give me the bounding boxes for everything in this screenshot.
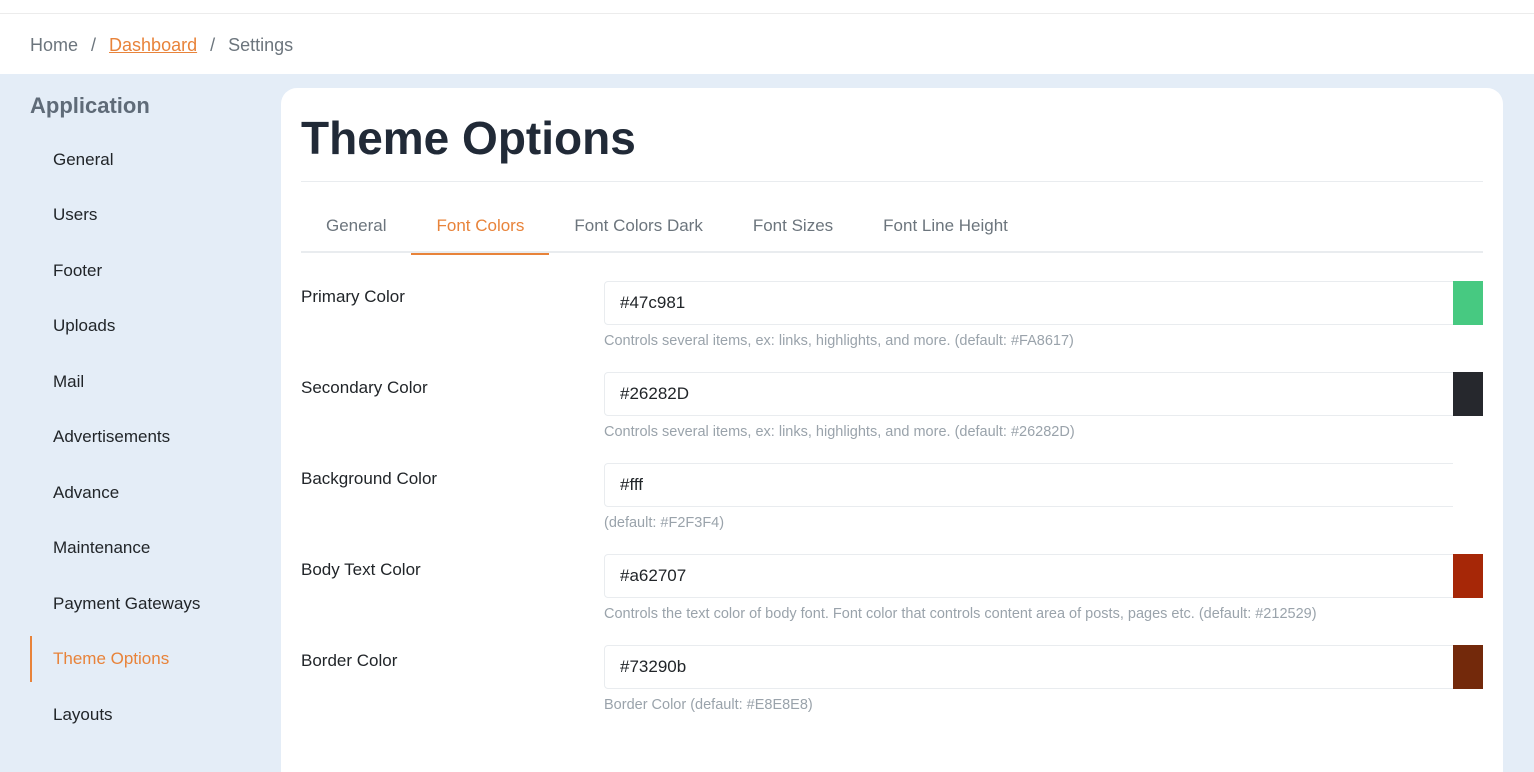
border-color-help: Border Color (default: #E8E8E8) bbox=[604, 697, 813, 713]
settings-card: Theme Options General Font Colors Font C… bbox=[281, 88, 1503, 772]
sidebar-item-maintenance[interactable]: Maintenance bbox=[30, 521, 260, 577]
secondary-color-input-group bbox=[604, 372, 1483, 416]
secondary-color-label: Secondary Color bbox=[301, 378, 428, 397]
breadcrumb-separator: / bbox=[91, 34, 97, 55]
breadcrumb: Home / Dashboard / Settings bbox=[30, 33, 293, 57]
body-text-color-input[interactable] bbox=[605, 555, 1453, 597]
border-color-input[interactable] bbox=[605, 646, 1453, 688]
border-color-row: Border Color Border Color (default: #E8E… bbox=[301, 645, 1483, 740]
body-text-color-input-group bbox=[604, 554, 1483, 598]
breadcrumb-settings: Settings bbox=[228, 34, 294, 55]
page-title: Theme Options bbox=[301, 112, 636, 164]
body-text-color-row: Body Text Color Controls the text color … bbox=[301, 554, 1483, 649]
divider bbox=[301, 181, 1483, 182]
primary-color-row: Primary Color Controls several items, ex… bbox=[301, 281, 1483, 376]
secondary-color-row: Secondary Color Controls several items, … bbox=[301, 372, 1483, 467]
sidebar-list: General Users Footer Uploads Mail Advert… bbox=[30, 132, 260, 743]
body-text-color-help: Controls the text color of body font. Fo… bbox=[604, 606, 1317, 622]
body-text-color-label: Body Text Color bbox=[301, 560, 421, 579]
secondary-color-swatch[interactable] bbox=[1453, 372, 1483, 416]
tab-font-colors-dark[interactable]: Font Colors Dark bbox=[549, 204, 727, 253]
border-color-input-group bbox=[604, 645, 1483, 689]
border-color-swatch[interactable] bbox=[1453, 645, 1483, 689]
breadcrumb-dashboard-link[interactable]: Dashboard bbox=[109, 35, 197, 56]
sidebar-item-theme-options[interactable]: Theme Options bbox=[30, 632, 260, 688]
background-color-input[interactable] bbox=[605, 464, 1453, 506]
primary-color-input-group bbox=[604, 281, 1483, 325]
primary-color-label: Primary Color bbox=[301, 287, 405, 306]
tab-bar: General Font Colors Font Colors Dark Fon… bbox=[301, 204, 1483, 255]
top-bar bbox=[0, 0, 1534, 14]
background-color-swatch[interactable] bbox=[1453, 463, 1483, 507]
sidebar-item-footer[interactable]: Footer bbox=[30, 243, 260, 299]
sidebar-item-users[interactable]: Users bbox=[30, 188, 260, 244]
tab-font-sizes[interactable]: Font Sizes bbox=[728, 204, 858, 253]
tab-font-colors[interactable]: Font Colors bbox=[411, 204, 550, 255]
primary-color-help: Controls several items, ex: links, highl… bbox=[604, 333, 1074, 349]
breadcrumb-home[interactable]: Home bbox=[30, 35, 78, 56]
background-color-input-group bbox=[604, 463, 1483, 507]
primary-color-input[interactable] bbox=[605, 282, 1453, 324]
tab-font-line-height[interactable]: Font Line Height bbox=[858, 204, 1033, 253]
sidebar-item-advance[interactable]: Advance bbox=[30, 465, 260, 521]
sidebar-title: Application bbox=[30, 93, 150, 118]
sidebar-item-mail[interactable]: Mail bbox=[30, 354, 260, 410]
sidebar-item-uploads[interactable]: Uploads bbox=[30, 299, 260, 355]
secondary-color-help: Controls several items, ex: links, highl… bbox=[604, 424, 1075, 440]
breadcrumb-separator: / bbox=[210, 34, 216, 55]
background-color-row: Background Color (default: #F2F3F4) bbox=[301, 463, 1483, 558]
tab-general[interactable]: General bbox=[301, 204, 411, 253]
settings-sidebar: Application General Users Footer Uploads… bbox=[30, 90, 260, 743]
background-color-label: Background Color bbox=[301, 469, 438, 488]
sidebar-item-advertisements[interactable]: Advertisements bbox=[30, 410, 260, 466]
secondary-color-input[interactable] bbox=[605, 373, 1453, 415]
sidebar-item-layouts[interactable]: Layouts bbox=[30, 687, 260, 743]
sidebar-item-general[interactable]: General bbox=[30, 132, 260, 188]
body-text-color-swatch[interactable] bbox=[1453, 554, 1483, 598]
background-color-help: (default: #F2F3F4) bbox=[604, 515, 725, 531]
border-color-label: Border Color bbox=[301, 651, 398, 670]
sidebar-item-payment-gateways[interactable]: Payment Gateways bbox=[30, 576, 260, 632]
primary-color-swatch[interactable] bbox=[1453, 281, 1483, 325]
